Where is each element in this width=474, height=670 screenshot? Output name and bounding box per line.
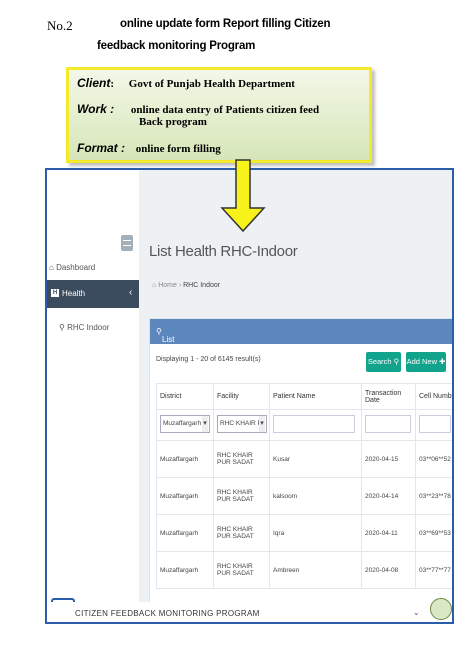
plus-icon: ✚ (439, 357, 446, 366)
health-icon: H (51, 289, 59, 297)
header-number: No.2 (47, 18, 73, 33)
sidebar-item-rhc-indoor[interactable]: ⚲ RHC Indoor (59, 323, 109, 332)
cell-number-filter-input[interactable] (419, 415, 451, 433)
sidebar-item-label: Dashboard (56, 263, 96, 272)
table-row[interactable]: Muzaffargarh RHC KHAIR PUR SADAT kalsoom… (156, 477, 452, 515)
transaction-date-filter-input[interactable] (365, 415, 411, 433)
format-value: online form filling (135, 143, 221, 155)
down-arrow-icon (220, 159, 266, 233)
facility-filter-select[interactable]: RHC KHAIR P (217, 415, 267, 433)
patient-name-filter-input[interactable] (273, 415, 355, 433)
search-icon: ⚲ (393, 357, 400, 366)
sidebar-item-dashboard[interactable]: ⌂ Dashboard (49, 263, 95, 272)
sidebar: ⌂ Dashboard H Health ‹ ⚲ RHC Indoor (47, 170, 139, 622)
column-patient-name[interactable]: Patient Name (269, 383, 362, 410)
filter-row: Muzaffargarh RHC KHAIR P (156, 409, 452, 441)
chevron-left-icon: ‹ (129, 287, 133, 298)
table-row[interactable]: Muzaffargarh RHC KHAIR PUR SADAT Iqra 20… (156, 514, 452, 552)
format-label: Format : (77, 141, 125, 155)
home-icon: ⌂ (152, 282, 157, 289)
work-value: online data entry of Patients citizen fe… (130, 104, 320, 116)
footer-text: CITIZEN FEEDBACK MONITORING PROGRAM (75, 609, 260, 618)
district-filter-select[interactable]: Muzaffargarh (160, 415, 210, 433)
government-seal-icon (430, 598, 452, 620)
chevron-down-icon[interactable]: ⌄ (413, 608, 420, 617)
work-value-line2: Back program (139, 116, 207, 128)
column-cell-number[interactable]: Cell Number (415, 383, 452, 410)
info-box: Client: Govt of Punjab Health Department… (66, 67, 372, 163)
data-table: District Facility Patient Name Transacti… (156, 383, 452, 589)
header-title-line1: online update form Report filling Citize… (120, 18, 331, 30)
client-label: Client (77, 76, 111, 90)
footer-bar: CITIZEN FEEDBACK MONITORING PROGRAM ⌄ (47, 602, 452, 622)
table-row[interactable]: Muzaffargarh RHC KHAIR PUR SADAT Kusar 2… (156, 440, 452, 478)
result-count: Displaying 1 - 20 of 6145 result(s) (156, 356, 261, 363)
panel-title: ⚲ List Health RHC Indoor (156, 327, 186, 371)
breadcrumb-home[interactable]: Home (158, 282, 177, 289)
sidebar-item-label: Health (62, 289, 86, 298)
list-panel: ⚲ List Health RHC Indoor Displaying 1 - … (149, 318, 452, 620)
client-sep: : (110, 78, 115, 90)
table-header-row: District Facility Patient Name Transacti… (156, 383, 452, 410)
menu-toggle-icon[interactable] (121, 235, 133, 251)
page-title: List Health RHC-Indoor (149, 243, 298, 260)
frame: ⌂ Dashboard H Health ‹ ⚲ RHC Indoor List… (45, 168, 454, 624)
table-row[interactable]: Muzaffargarh RHC KHAIR PUR SADAT Ambreen… (156, 551, 452, 589)
work-label: Work : (77, 102, 115, 116)
breadcrumb: ⌂ Home › RHC Indoor (152, 282, 220, 289)
column-facility[interactable]: Facility (213, 383, 270, 410)
search-button[interactable]: Search ⚲ (366, 352, 401, 372)
breadcrumb-sep: › (178, 282, 182, 289)
add-new-button[interactable]: Add New ✚ (406, 352, 446, 372)
panel-header: ⚲ List Health RHC Indoor (150, 319, 452, 371)
header-title-line2: feedback monitoring Program (97, 40, 256, 52)
column-transaction-date[interactable]: Transaction Date (361, 383, 416, 410)
breadcrumb-current: RHC Indoor (183, 282, 221, 289)
main: List Health RHC-Indoor ⌂ Home › RHC Indo… (139, 170, 452, 622)
client-value: Govt of Punjab Health Department (128, 78, 295, 90)
sidebar-item-label: RHC Indoor (67, 323, 110, 332)
sidebar-item-health[interactable]: H Health ‹ (47, 280, 139, 308)
column-district[interactable]: District (156, 383, 214, 410)
